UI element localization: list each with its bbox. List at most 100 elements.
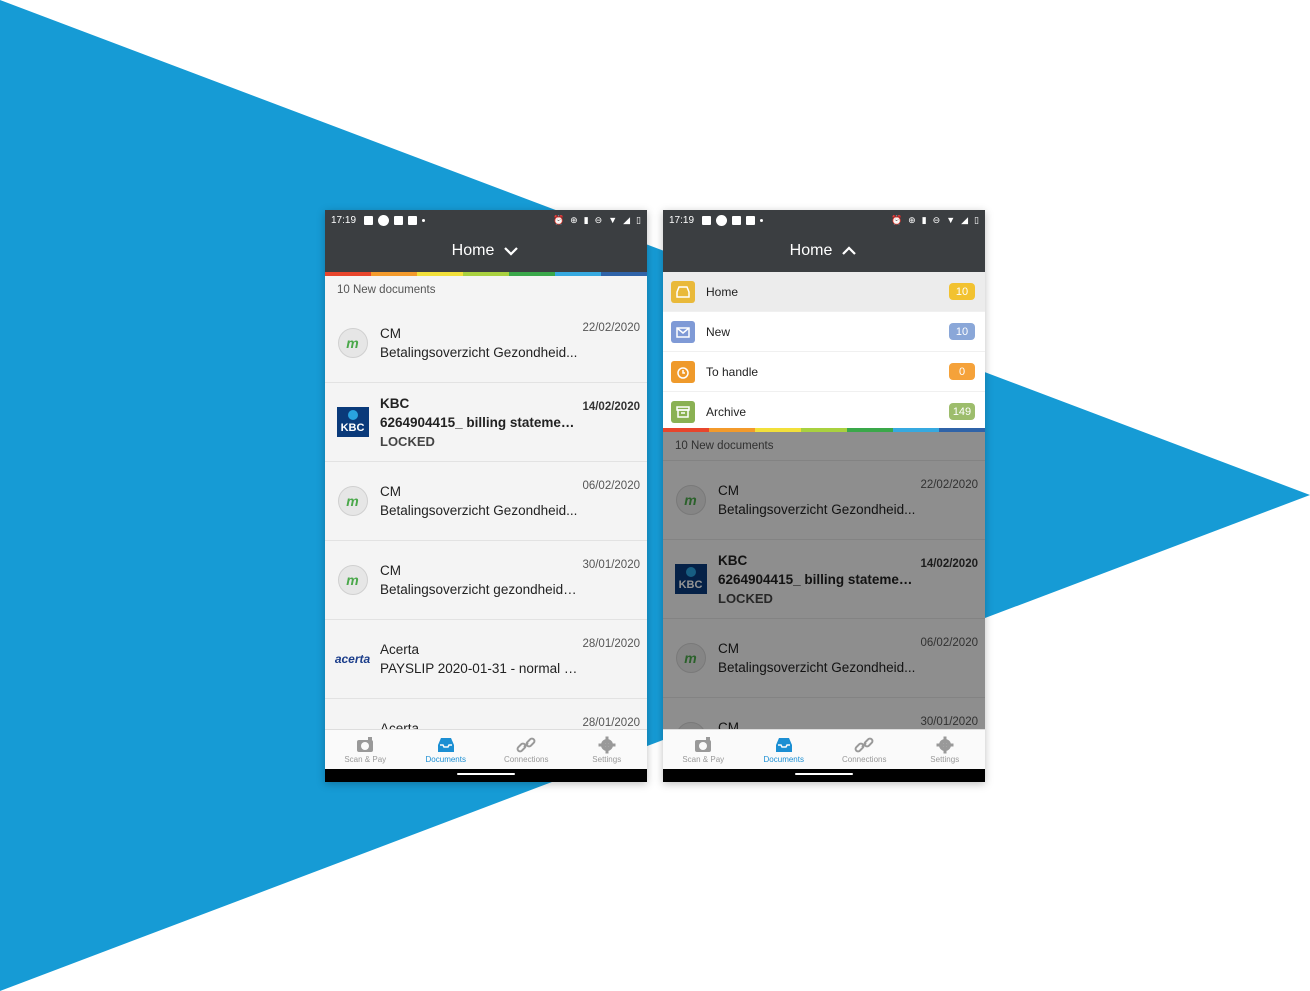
notification-icons: [702, 214, 764, 226]
nav-documents[interactable]: Documents: [744, 730, 825, 769]
inbox-icon: [775, 737, 792, 752]
bottom-navigation: Scan & Pay Documents Connections Setting…: [663, 729, 985, 769]
camera-icon: [357, 736, 374, 752]
new-documents-count: 10 New documents: [325, 276, 647, 305]
notification-icons: [364, 214, 426, 226]
menu-item-to-handle[interactable]: To handle 0: [663, 352, 985, 392]
menu-item-label: To handle: [706, 364, 759, 379]
document-item[interactable]: Acerta 28/01/2020: [325, 699, 647, 730]
count-badge: 149: [949, 403, 975, 420]
check-notification-icon: [408, 215, 418, 225]
document-item[interactable]: m CM Betalingsoverzicht Gezondheid... 06…: [325, 462, 647, 541]
circle-notification-icon: [716, 214, 728, 226]
document-subject: Betalingsoverzicht gezondheids...: [380, 582, 580, 597]
envelope-icon: [671, 320, 695, 343]
cm-logo: m: [337, 486, 368, 516]
alarm-icon: ⏰: [890, 215, 903, 225]
nav-scan-pay[interactable]: Scan & Pay: [663, 730, 744, 769]
status-bar: 17:19 ⏰ ⊕ ▮ ⊖ ▼ ◢ ▯: [663, 210, 985, 230]
home-dropdown-header[interactable]: Home: [325, 230, 647, 272]
archive-icon: [671, 400, 695, 423]
count-badge: 10: [949, 283, 975, 300]
bottom-navigation: Scan & Pay Documents Connections Setting…: [325, 729, 647, 769]
check-notification-icon: [732, 215, 742, 225]
acerta-logo: acerta: [334, 652, 371, 666]
menu-item-archive[interactable]: Archive 149: [663, 392, 985, 432]
document-item[interactable]: m CM Betalingsoverzicht Gezondheid... 22…: [325, 304, 647, 383]
document-date: 14/02/2020: [582, 401, 640, 413]
circle-notification-icon: [378, 214, 390, 226]
dim-overlay[interactable]: [663, 432, 985, 730]
battery-icon: ▯: [636, 215, 641, 225]
status-time: 17:19: [331, 214, 357, 226]
battery-icon: ▯: [974, 215, 979, 225]
document-date: 22/02/2020: [582, 322, 640, 334]
nav-settings[interactable]: Settings: [905, 730, 986, 769]
document-date: 28/01/2020: [582, 638, 640, 650]
document-subject: PAYSLIP 2020-01-31 - normal c...: [380, 661, 580, 676]
alarm-icon: [671, 360, 695, 383]
count-badge: 0: [949, 363, 975, 380]
image-notification-icon: [702, 215, 712, 225]
more-notifications-icon: [760, 218, 764, 222]
locked-label: LOCKED: [380, 433, 435, 449]
dnd-icon: ⊖: [594, 215, 603, 225]
vibrate-icon: ▮: [921, 215, 927, 225]
status-time: 17:19: [669, 214, 695, 226]
phone-screen-documents-list: 17:19 ⏰ ⊕ ▮ ⊖ ▼ ◢ ▯ Home 10 New document…: [325, 210, 647, 782]
document-item[interactable]: m CM Betalingsoverzicht gezondheids... 3…: [325, 541, 647, 620]
wifi-icon: ▼: [608, 215, 618, 225]
document-subject: Betalingsoverzicht Gezondheid...: [380, 503, 578, 518]
phone-screen-menu-open: 17:19 ⏰ ⊕ ▮ ⊖ ▼ ◢ ▯ Home Home 10 New 10 …: [663, 210, 985, 782]
sync-icon: ⊕: [908, 215, 916, 225]
document-list: m CM Betalingsoverzicht Gezondheid... 22…: [325, 304, 647, 730]
nav-connections[interactable]: Connections: [486, 730, 567, 769]
check-notification-icon: [746, 215, 756, 225]
gesture-bar: [325, 769, 647, 782]
nav-documents[interactable]: Documents: [406, 730, 487, 769]
document-subject: Betalingsoverzicht Gezondheid...: [380, 345, 578, 360]
sync-icon: ⊕: [570, 215, 578, 225]
link-icon: [516, 737, 536, 752]
count-badge: 10: [949, 323, 975, 340]
document-date: 28/01/2020: [582, 717, 640, 729]
vibrate-icon: ▮: [583, 215, 589, 225]
alarm-icon: ⏰: [552, 215, 565, 225]
header-title: Home: [451, 242, 495, 259]
menu-item-label: New: [706, 324, 731, 339]
inbox-icon: [437, 737, 454, 752]
kbc-logo: KBC: [336, 407, 369, 437]
document-subject: 6264904415_ billing statement...: [380, 414, 580, 430]
system-icons: ⏰ ⊕ ▮ ⊖ ▼ ◢ ▯: [891, 215, 979, 225]
gear-icon: [598, 736, 616, 753]
gesture-bar: [663, 769, 985, 782]
home-dropdown-header[interactable]: Home: [663, 230, 985, 272]
dnd-icon: ⊖: [932, 215, 941, 225]
nav-connections[interactable]: Connections: [824, 730, 905, 769]
signal-icon: ◢: [623, 215, 631, 225]
menu-item-home[interactable]: Home 10: [663, 272, 985, 312]
background-arrow-shape: [0, 0, 1310, 991]
nav-scan-pay[interactable]: Scan & Pay: [325, 730, 406, 769]
cm-logo: m: [337, 565, 368, 595]
document-date: 30/01/2020: [582, 559, 640, 571]
camera-icon: [695, 736, 712, 752]
document-item[interactable]: acerta Acerta PAYSLIP 2020-01-31 - norma…: [325, 620, 647, 699]
chevron-down-icon: [504, 247, 519, 256]
header-title: Home: [789, 242, 833, 259]
signal-icon: ◢: [961, 215, 969, 225]
document-date: 06/02/2020: [582, 480, 640, 492]
document-item[interactable]: KBC KBC 6264904415_ billing statement...…: [325, 383, 647, 462]
more-notifications-icon: [422, 218, 426, 222]
check-notification-icon: [394, 215, 404, 225]
menu-item-label: Archive: [706, 404, 747, 419]
image-notification-icon: [364, 215, 374, 225]
gear-icon: [936, 736, 954, 753]
nav-settings[interactable]: Settings: [567, 730, 648, 769]
inbox-icon: [671, 280, 695, 303]
menu-item-new[interactable]: New 10: [663, 312, 985, 352]
system-icons: ⏰ ⊕ ▮ ⊖ ▼ ◢ ▯: [553, 215, 641, 225]
link-icon: [854, 737, 874, 752]
rainbow-stripe: [325, 272, 647, 276]
rainbow-stripe: [663, 428, 985, 432]
